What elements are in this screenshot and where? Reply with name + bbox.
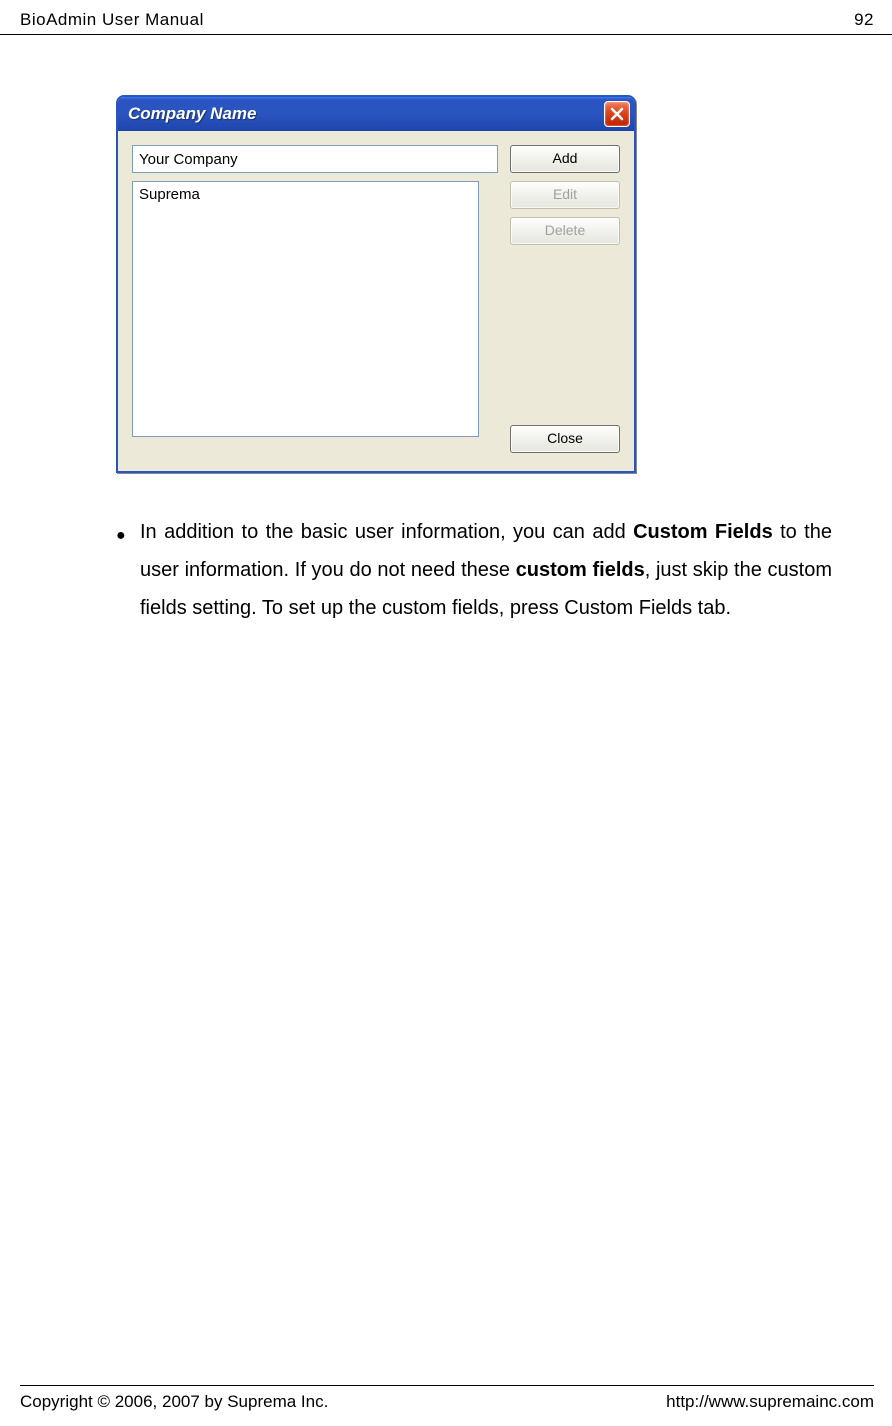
paragraph-block: ● In addition to the basic user informat…: [116, 513, 862, 627]
header-title: BioAdmin User Manual: [20, 10, 204, 30]
window-close-button[interactable]: [604, 101, 630, 127]
company-name-input[interactable]: [132, 145, 498, 173]
close-icon: [610, 107, 624, 121]
footer-copyright: Copyright © 2006, 2007 by Suprema Inc.: [20, 1392, 328, 1412]
dialog-titlebar: Company Name: [118, 97, 634, 131]
delete-button: Delete: [510, 217, 620, 245]
page-content: Company Name Add Suprema Edit Delete Clo…: [0, 35, 892, 627]
company-listbox[interactable]: Suprema: [132, 181, 479, 437]
close-button[interactable]: Close: [510, 425, 620, 453]
para-pre: In addition to the basic user informatio…: [140, 521, 633, 543]
paragraph-text: In addition to the basic user informatio…: [140, 513, 832, 627]
bullet-icon: ●: [116, 513, 130, 627]
dialog-title: Company Name: [128, 104, 256, 124]
page-footer: Copyright © 2006, 2007 by Suprema Inc. h…: [20, 1385, 874, 1412]
page-header: BioAdmin User Manual 92: [0, 0, 892, 35]
footer-url: http://www.supremainc.com: [666, 1392, 874, 1412]
para-bold-1: Custom Fields: [633, 521, 773, 543]
header-page-number: 92: [854, 10, 874, 30]
list-item[interactable]: Suprema: [139, 186, 472, 203]
add-button[interactable]: Add: [510, 145, 620, 173]
edit-button: Edit: [510, 181, 620, 209]
para-bold-2: custom fields: [516, 559, 645, 581]
dialog-body: Add Suprema Edit Delete Close: [118, 131, 634, 471]
company-name-dialog: Company Name Add Suprema Edit Delete Clo…: [116, 95, 636, 473]
